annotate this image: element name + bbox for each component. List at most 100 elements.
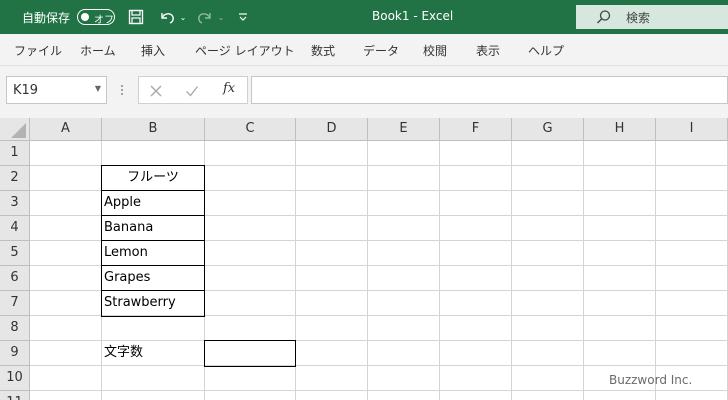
chevron-down-icon[interactable]: ▼ bbox=[95, 84, 101, 93]
cell-d10[interactable] bbox=[296, 366, 368, 391]
cell-i9[interactable] bbox=[656, 341, 728, 366]
save-icon[interactable] bbox=[126, 7, 146, 27]
cell-f8[interactable] bbox=[440, 316, 512, 341]
cell-b9[interactable]: 文字数 bbox=[102, 341, 205, 366]
cell-b8[interactable] bbox=[102, 316, 205, 341]
undo-icon[interactable] bbox=[156, 7, 178, 27]
column-header-e[interactable]: E bbox=[368, 118, 440, 141]
cell-c11[interactable] bbox=[205, 391, 296, 400]
cell-e2[interactable] bbox=[368, 166, 440, 191]
column-header-c[interactable]: C bbox=[205, 118, 296, 141]
cell-g4[interactable] bbox=[512, 216, 584, 241]
cell-a4[interactable] bbox=[30, 216, 102, 241]
cell-f9[interactable] bbox=[440, 341, 512, 366]
cell-d8[interactable] bbox=[296, 316, 368, 341]
cell-c9[interactable] bbox=[205, 341, 296, 366]
autosave-toggle[interactable]: オフ bbox=[77, 9, 115, 26]
cell-c5[interactable] bbox=[205, 241, 296, 266]
cell-d5[interactable] bbox=[296, 241, 368, 266]
cell-g1[interactable] bbox=[512, 141, 584, 166]
cell-a11[interactable] bbox=[30, 391, 102, 400]
tab-formulas[interactable]: 数式 bbox=[311, 42, 335, 59]
cell-d6[interactable] bbox=[296, 266, 368, 291]
cell-e5[interactable] bbox=[368, 241, 440, 266]
cell-g2[interactable] bbox=[512, 166, 584, 191]
cell-f5[interactable] bbox=[440, 241, 512, 266]
cell-b11[interactable] bbox=[102, 391, 205, 400]
enter-icon[interactable] bbox=[185, 83, 199, 102]
cell-c2[interactable] bbox=[205, 166, 296, 191]
cell-d9[interactable] bbox=[296, 341, 368, 366]
cell-f7[interactable] bbox=[440, 291, 512, 316]
cell-h8[interactable] bbox=[584, 316, 656, 341]
cell-c4[interactable] bbox=[205, 216, 296, 241]
cell-d3[interactable] bbox=[296, 191, 368, 216]
cell-c8[interactable] bbox=[205, 316, 296, 341]
cell-e9[interactable] bbox=[368, 341, 440, 366]
cell-f1[interactable] bbox=[440, 141, 512, 166]
cell-a2[interactable] bbox=[30, 166, 102, 191]
column-header-f[interactable]: F bbox=[440, 118, 512, 141]
cell-i6[interactable] bbox=[656, 266, 728, 291]
cell-d1[interactable] bbox=[296, 141, 368, 166]
cell-i5[interactable] bbox=[656, 241, 728, 266]
column-header-d[interactable]: D bbox=[296, 118, 368, 141]
cell-g6[interactable] bbox=[512, 266, 584, 291]
tab-insert[interactable]: 挿入 bbox=[141, 42, 165, 59]
redo-dropdown-icon[interactable]: ⌄ bbox=[216, 7, 226, 27]
cell-e8[interactable] bbox=[368, 316, 440, 341]
cell-g11[interactable] bbox=[512, 391, 584, 400]
tab-view[interactable]: 表示 bbox=[476, 42, 500, 59]
cell-h3[interactable] bbox=[584, 191, 656, 216]
row-header-5[interactable]: 5 bbox=[0, 241, 30, 266]
cell-d2[interactable] bbox=[296, 166, 368, 191]
cell-a9[interactable] bbox=[30, 341, 102, 366]
cell-b4[interactable]: Banana bbox=[102, 216, 205, 241]
cell-b3[interactable]: Apple bbox=[102, 191, 205, 216]
cell-h5[interactable] bbox=[584, 241, 656, 266]
column-header-b[interactable]: B bbox=[102, 118, 205, 141]
cell-e3[interactable] bbox=[368, 191, 440, 216]
cell-a6[interactable] bbox=[30, 266, 102, 291]
row-header-7[interactable]: 7 bbox=[0, 291, 30, 316]
column-header-i[interactable]: I bbox=[656, 118, 728, 141]
cell-f6[interactable] bbox=[440, 266, 512, 291]
cell-h7[interactable] bbox=[584, 291, 656, 316]
cell-g3[interactable] bbox=[512, 191, 584, 216]
cell-h6[interactable] bbox=[584, 266, 656, 291]
cell-e4[interactable] bbox=[368, 216, 440, 241]
row-header-2[interactable]: 2 bbox=[0, 166, 30, 191]
cell-d11[interactable] bbox=[296, 391, 368, 400]
cell-g8[interactable] bbox=[512, 316, 584, 341]
formula-bar-grip-icon[interactable] bbox=[120, 80, 124, 100]
cell-c3[interactable] bbox=[205, 191, 296, 216]
cell-h2[interactable] bbox=[584, 166, 656, 191]
row-header-10[interactable]: 10 bbox=[0, 366, 30, 391]
cell-a5[interactable] bbox=[30, 241, 102, 266]
cell-h9[interactable] bbox=[584, 341, 656, 366]
cell-f10[interactable] bbox=[440, 366, 512, 391]
cell-h4[interactable] bbox=[584, 216, 656, 241]
cell-d4[interactable] bbox=[296, 216, 368, 241]
cell-i4[interactable] bbox=[656, 216, 728, 241]
cell-f4[interactable] bbox=[440, 216, 512, 241]
cell-i7[interactable] bbox=[656, 291, 728, 316]
cell-e6[interactable] bbox=[368, 266, 440, 291]
cell-g7[interactable] bbox=[512, 291, 584, 316]
cell-e7[interactable] bbox=[368, 291, 440, 316]
search-box[interactable]: 検索 bbox=[576, 5, 728, 29]
cell-e11[interactable] bbox=[368, 391, 440, 400]
row-header-3[interactable]: 3 bbox=[0, 191, 30, 216]
cell-b6[interactable]: Grapes bbox=[102, 266, 205, 291]
cell-i8[interactable] bbox=[656, 316, 728, 341]
tab-review[interactable]: 校閲 bbox=[423, 42, 447, 59]
customize-toolbar-icon[interactable] bbox=[236, 7, 250, 27]
cell-e10[interactable] bbox=[368, 366, 440, 391]
cell-b2[interactable]: フルーツ bbox=[102, 166, 205, 191]
column-header-a[interactable]: A bbox=[30, 118, 102, 141]
tab-help[interactable]: ヘルプ bbox=[528, 42, 564, 59]
cell-f3[interactable] bbox=[440, 191, 512, 216]
cell-c10[interactable] bbox=[205, 366, 296, 391]
cell-b10[interactable] bbox=[102, 366, 205, 391]
cell-h1[interactable] bbox=[584, 141, 656, 166]
